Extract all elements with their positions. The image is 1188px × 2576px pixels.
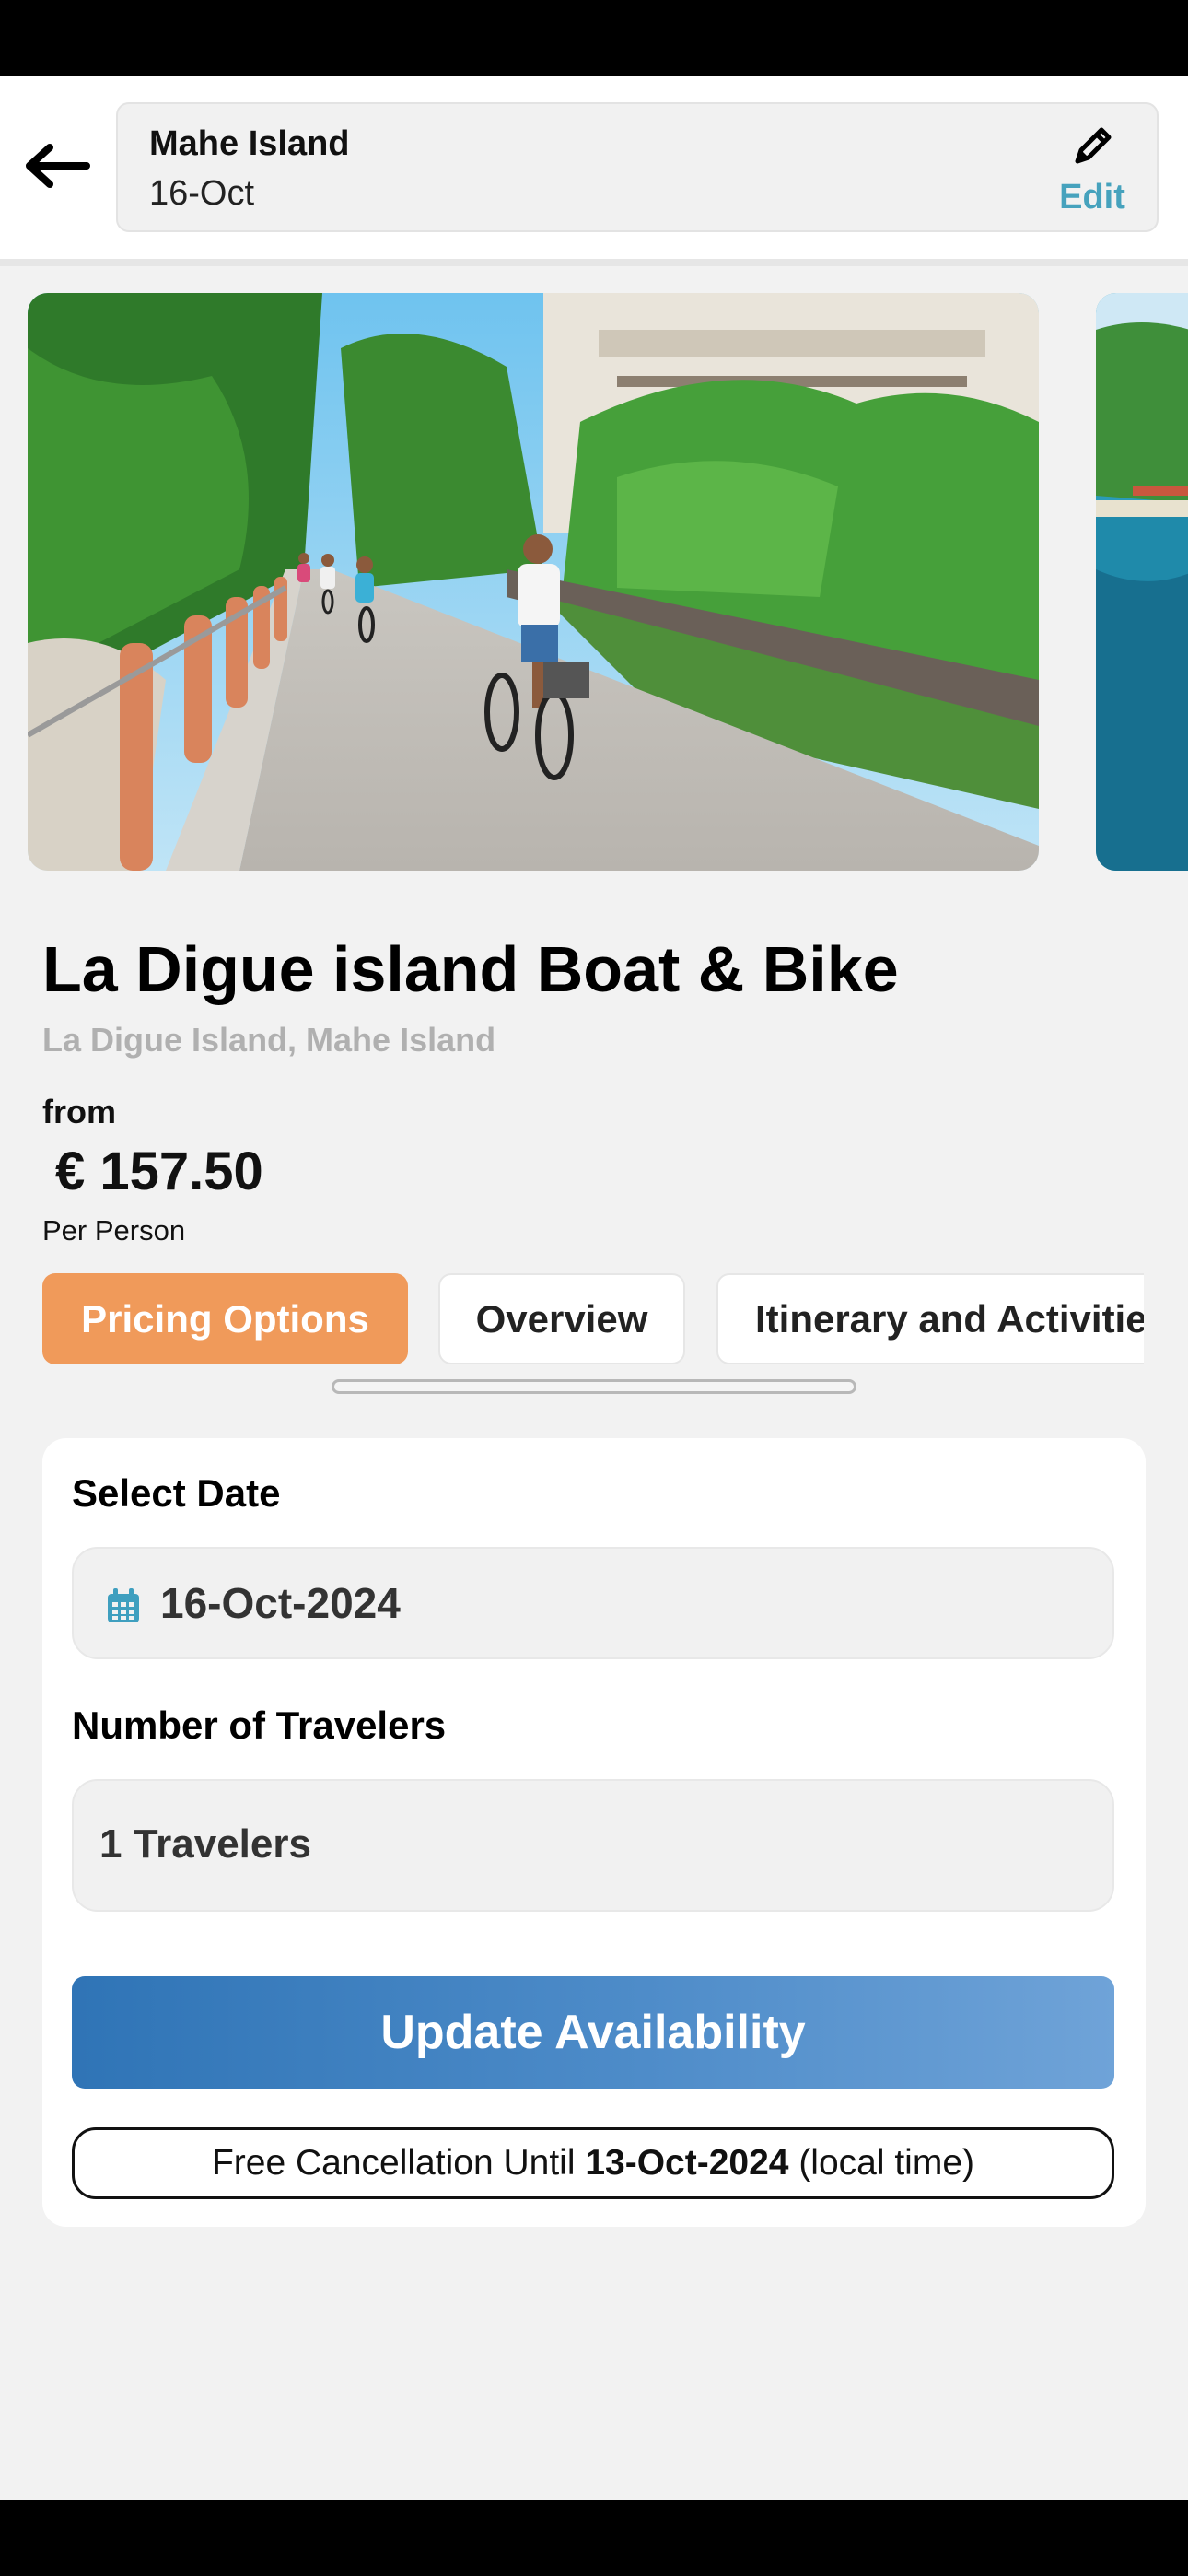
tour-photo-cyclists[interactable] xyxy=(28,293,1039,871)
tour-title: La Digue island Boat & Bike xyxy=(42,933,899,1005)
tour-photo-beach[interactable] xyxy=(1096,293,1188,871)
free-cancellation-notice: Free Cancellation Until 13-Oct-2024 (loc… xyxy=(72,2127,1114,2199)
search-summary-box[interactable]: Mahe Island 16-Oct Edit xyxy=(116,102,1159,232)
header-divider xyxy=(0,259,1188,266)
travelers-value: 1 Travelers xyxy=(99,1821,311,1867)
per-person-label: Per Person xyxy=(42,1214,186,1247)
tab-overview[interactable]: Overview xyxy=(438,1273,685,1364)
search-date: 16-Oct xyxy=(149,174,255,213)
location-title: Mahe Island xyxy=(149,124,350,163)
navigation-bar xyxy=(0,2500,1188,2576)
booking-card: Select Date 16-Oct-2024 Number of Travel… xyxy=(42,1438,1146,2227)
pencil-icon xyxy=(1075,127,1112,164)
beach-image xyxy=(1096,293,1188,871)
tab-itinerary-and-activities[interactable]: Itinerary and Activities xyxy=(716,1273,1144,1364)
date-picker-field[interactable]: 16-Oct-2024 xyxy=(72,1547,1114,1659)
cancellation-date: 13-Oct-2024 xyxy=(585,2143,789,2183)
edit-label: Edit xyxy=(1059,178,1125,217)
selected-date-value: 16-Oct-2024 xyxy=(160,1579,401,1627)
from-label: from xyxy=(42,1093,116,1130)
tab-pricing-options[interactable]: Pricing Options xyxy=(42,1273,408,1364)
calendar-icon xyxy=(108,1588,139,1622)
status-bar xyxy=(0,0,1188,76)
arrow-left-icon xyxy=(26,144,90,188)
travelers-label: Number of Travelers xyxy=(72,1704,447,1747)
cycling-road-image xyxy=(28,293,1039,871)
tour-price: € 157.50 xyxy=(55,1142,263,1201)
update-availability-button[interactable]: Update Availability xyxy=(72,1976,1114,2089)
select-date-label: Select Date xyxy=(72,1471,281,1515)
travelers-field[interactable]: 1 Travelers xyxy=(72,1779,1114,1912)
cancellation-prefix: Free Cancellation Until xyxy=(211,2143,576,2183)
tour-location: La Digue Island, Mahe Island xyxy=(42,1021,496,1059)
back-button[interactable] xyxy=(17,124,99,207)
tabs-scrollbar[interactable] xyxy=(332,1379,856,1394)
tabs-bar: Pricing Options Overview Itinerary and A… xyxy=(42,1271,1144,1367)
cancellation-suffix: (local time) xyxy=(798,2143,975,2183)
edit-button[interactable]: Edit xyxy=(1055,121,1129,222)
